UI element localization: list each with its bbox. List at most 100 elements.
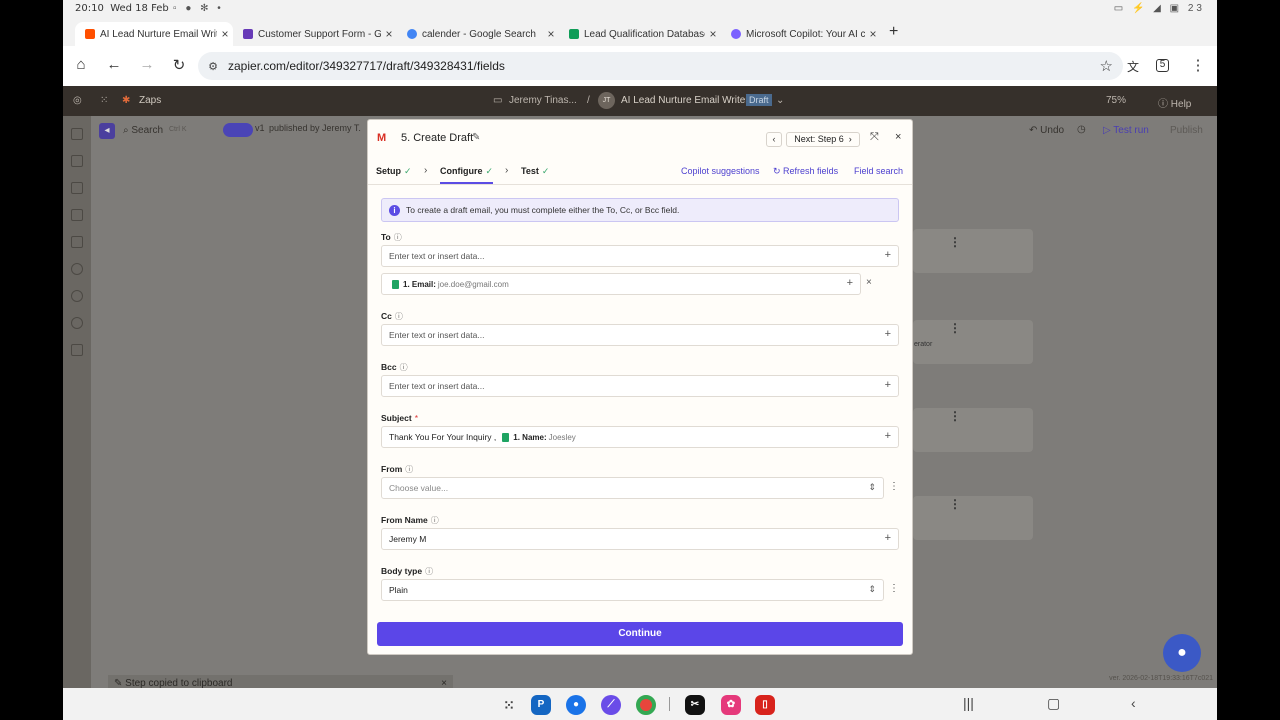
back-icon[interactable]: ← xyxy=(104,56,124,73)
remove-value-icon[interactable]: × xyxy=(866,277,872,288)
forward-icon[interactable]: → xyxy=(137,56,157,73)
insert-data-icon[interactable]: + xyxy=(885,249,891,261)
zaps-link[interactable]: Zaps xyxy=(139,95,161,106)
sidebar-icon[interactable] xyxy=(71,344,83,356)
field-options-icon[interactable]: ⋮ xyxy=(889,583,899,594)
field-search-link[interactable]: Field search xyxy=(854,166,903,176)
field-options-icon[interactable]: ⋮ xyxy=(889,481,899,492)
expand-icon[interactable]: ⤧ xyxy=(870,131,879,144)
canvas-step-card[interactable] xyxy=(913,496,1033,540)
sidebar-icon[interactable] xyxy=(71,290,83,302)
bookmark-star-icon[interactable]: ☆ xyxy=(1100,57,1113,75)
undo-button[interactable]: ↶ Undo xyxy=(1029,125,1064,136)
next-step-button[interactable]: Next: Step 6 › xyxy=(786,132,860,147)
help-menu[interactable]: ⓘ Help xyxy=(1158,95,1191,110)
test-run-button[interactable]: ▷ Test run xyxy=(1103,125,1149,136)
data-pill[interactable]: 1. Name: Joesley xyxy=(502,432,576,442)
sidebar-icon[interactable] xyxy=(71,128,83,140)
sidebar-icon[interactable] xyxy=(71,236,83,248)
app-icon[interactable]: P xyxy=(531,695,551,715)
recents-icon[interactable]: ||| xyxy=(963,695,974,711)
sidebar-icon[interactable] xyxy=(71,263,83,275)
step-title[interactable]: 5. Create Draft xyxy=(401,132,473,144)
canvas-step-card[interactable] xyxy=(913,229,1033,273)
sidebar-icon[interactable] xyxy=(71,155,83,167)
photos-icon[interactable]: ✿ xyxy=(721,695,741,715)
url-text[interactable]: zapier.com/editor/349327717/draft/349328… xyxy=(228,59,505,73)
close-tab-icon[interactable]: × xyxy=(217,27,233,41)
reload-icon[interactable]: ↻ xyxy=(169,56,189,74)
tab-test[interactable]: Test ✓ xyxy=(521,166,549,177)
publish-button[interactable]: Publish xyxy=(1170,125,1203,136)
messages-icon[interactable]: ● xyxy=(566,695,586,715)
from-select[interactable]: Choose value... ⇕ xyxy=(381,477,884,499)
app-icon[interactable]: ▯ xyxy=(755,695,775,715)
tab-microsoft-copilot[interactable]: Microsoft Copilot: Your AI c × xyxy=(721,22,881,46)
zapier-menu-icon[interactable]: ◎ xyxy=(73,95,82,106)
close-tab-icon[interactable]: × xyxy=(705,27,721,41)
app-drawer-icon[interactable]: ⁙ xyxy=(499,695,519,715)
search-button[interactable]: ⌕ Search xyxy=(123,125,163,136)
copilot-suggestions-link[interactable]: Copilot suggestions xyxy=(681,166,760,176)
subject-input[interactable]: Thank You For Your Inquiry , 1. Name: Jo… xyxy=(381,426,899,448)
close-icon[interactable]: × xyxy=(441,678,447,689)
canvas-step-card[interactable] xyxy=(913,408,1033,452)
tab-ai-lead-nurture[interactable]: AI Lead Nurture Email Writer × xyxy=(75,22,233,46)
chrome-icon[interactable] xyxy=(636,695,656,715)
refresh-fields-link[interactable]: ↻ Refresh fields xyxy=(773,166,838,177)
app-icon[interactable]: ⟋ xyxy=(601,695,621,715)
to-input-mapped[interactable]: 1. Email: joe.doe@gmail.com + xyxy=(381,273,861,295)
sidebar-icon[interactable] xyxy=(71,182,83,194)
tab-lead-qualification[interactable]: Lead Qualification Database × xyxy=(559,22,721,46)
tab-count-button[interactable]: 5 xyxy=(1156,59,1169,72)
cc-input[interactable]: Enter text or insert data... + xyxy=(381,324,899,346)
back-button-icon[interactable]: ‹ xyxy=(1131,695,1136,711)
body-type-select[interactable]: Plain ⇕ xyxy=(381,579,884,601)
close-tab-icon[interactable]: × xyxy=(543,27,559,41)
new-tab-button[interactable]: + xyxy=(889,23,898,41)
menu-kebab-icon[interactable]: ⋮ xyxy=(1188,56,1208,74)
zap-name[interactable]: AI Lead Nurture Email Writer xyxy=(621,95,749,106)
insert-data-icon[interactable]: + xyxy=(885,532,891,544)
translate-icon[interactable]: 文 xyxy=(1123,58,1143,75)
step-kebab-icon[interactable]: ⋮ xyxy=(949,409,961,423)
dock-divider xyxy=(669,697,670,711)
from-name-input[interactable]: Jeremy M + xyxy=(381,528,899,550)
pencil-icon[interactable]: ✎ xyxy=(472,132,480,143)
capcut-icon[interactable]: ✂ xyxy=(685,695,705,715)
url-bar[interactable]: ⚙ zapier.com/editor/349327717/draft/3493… xyxy=(198,52,1123,80)
close-tab-icon[interactable]: × xyxy=(865,27,881,41)
settings-icon[interactable] xyxy=(71,317,83,329)
insert-data-icon[interactable]: + xyxy=(885,430,891,442)
data-pill[interactable]: 1. Email: joe.doe@gmail.com xyxy=(392,279,509,289)
tab-calender-search[interactable]: calender - Google Search × xyxy=(397,22,559,46)
apps-grid-icon[interactable]: ⁙ xyxy=(100,95,108,106)
previous-step-button[interactable]: ‹ xyxy=(766,132,782,147)
sidebar-icon[interactable] xyxy=(71,209,83,221)
insert-data-icon[interactable]: + xyxy=(885,328,891,340)
history-icon[interactable]: ◷ xyxy=(1077,124,1086,135)
tab-customer-support-form[interactable]: Customer Support Form - G × xyxy=(233,22,397,46)
bcc-input[interactable]: Enter text or insert data... + xyxy=(381,375,899,397)
site-settings-icon[interactable]: ⚙ xyxy=(198,60,228,73)
breadcrumb-slash: / xyxy=(587,95,590,106)
close-icon[interactable]: × xyxy=(895,131,901,143)
step-kebab-icon[interactable]: ⋮ xyxy=(949,235,961,249)
insert-data-icon[interactable]: + xyxy=(885,379,891,391)
collapse-panel-button[interactable]: ◂ xyxy=(99,123,115,139)
insert-data-icon[interactable]: + xyxy=(847,277,853,289)
zap-toggle[interactable] xyxy=(223,123,253,137)
folder-breadcrumb[interactable]: Jeremy Tinas... xyxy=(509,95,577,106)
close-tab-icon[interactable]: × xyxy=(381,27,397,41)
chevron-down-icon[interactable]: ⌄ xyxy=(776,95,784,106)
to-input[interactable]: Enter text or insert data... + xyxy=(381,245,899,267)
zoom-level[interactable]: 75% xyxy=(1106,95,1126,106)
chat-bubble-icon[interactable]: ● xyxy=(1163,634,1201,672)
home-button-icon[interactable]: ▢ xyxy=(1047,695,1060,712)
home-icon[interactable]: ⌂ xyxy=(71,56,91,73)
tab-configure[interactable]: Configure ✓ xyxy=(440,166,494,184)
step-kebab-icon[interactable]: ⋮ xyxy=(949,497,961,511)
tab-setup[interactable]: Setup ✓ xyxy=(376,166,412,177)
continue-button[interactable]: Continue xyxy=(377,622,903,646)
step-kebab-icon[interactable]: ⋮ xyxy=(949,321,961,335)
